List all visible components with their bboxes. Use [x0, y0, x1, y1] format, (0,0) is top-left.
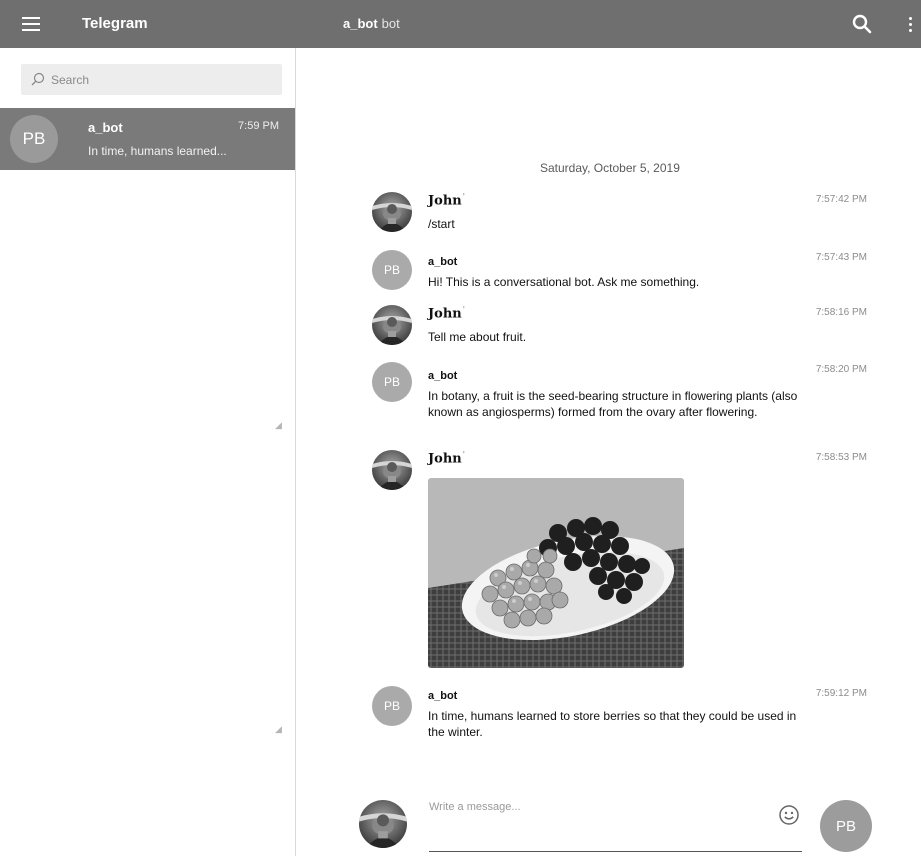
- search-icon: [31, 72, 45, 86]
- avatar[interactable]: [372, 305, 412, 345]
- avatar: PB: [10, 115, 58, 163]
- message-item: PB a_bot In time, humans learned to stor…: [372, 686, 867, 746]
- message-text: Hi! This is a conversational bot. Ask me…: [428, 275, 700, 289]
- avatar[interactable]: PB: [372, 362, 412, 402]
- message-time: 7:58:20 PM: [815, 364, 867, 375]
- message-text: Tell me about fruit.: [428, 330, 527, 344]
- resize-handle-icon[interactable]: ◢: [275, 420, 282, 431]
- dialog-time: 7:59 PM: [238, 120, 279, 132]
- author-mark: ': [462, 305, 465, 314]
- author-mark: ': [462, 192, 465, 201]
- author-name: John: [428, 193, 462, 209]
- message-author[interactable]: John': [428, 450, 465, 466]
- message-input[interactable]: [429, 801, 769, 845]
- input-underline: [429, 851, 802, 852]
- message-time: 7:58:16 PM: [815, 307, 867, 318]
- search-icon[interactable]: [850, 12, 874, 36]
- date-separator: Saturday, October 5, 2019: [540, 161, 680, 175]
- message-item: PB a_bot Hi! This is a conversational bo…: [372, 250, 867, 294]
- message-item: PB a_bot In botany, a fruit is the seed-…: [372, 362, 867, 442]
- app-title: Telegram: [82, 15, 148, 32]
- search-input[interactable]: [49, 70, 273, 90]
- chat-name: a_bot: [343, 16, 378, 31]
- photo-grapes[interactable]: [428, 478, 684, 668]
- message-item: John' /start 7:57:42 PM: [372, 192, 867, 236]
- message-author[interactable]: John': [428, 192, 465, 208]
- message-time: 7:57:42 PM: [815, 194, 867, 205]
- message-time: 7:59:12 PM: [815, 688, 867, 699]
- search-box[interactable]: [21, 64, 282, 95]
- avatar[interactable]: [372, 192, 412, 232]
- avatar[interactable]: PB: [372, 250, 412, 290]
- resize-handle-icon[interactable]: ◢: [275, 724, 282, 735]
- avatar[interactable]: PB: [372, 686, 412, 726]
- dialog-preview: In time, humans learned...: [88, 144, 227, 158]
- author-name: John: [428, 306, 462, 322]
- smile-icon[interactable]: [778, 804, 800, 826]
- avatar[interactable]: [359, 800, 407, 848]
- chat-title[interactable]: a_bot bot: [343, 16, 400, 31]
- message-time: 7:58:53 PM: [815, 452, 867, 463]
- message-item: John' Tell me about fruit. 7:58:16 PM: [372, 305, 867, 349]
- message-text: /start: [428, 217, 455, 231]
- author-mark: ': [462, 450, 465, 459]
- message-author[interactable]: a_bot: [428, 690, 457, 702]
- send-button[interactable]: PB: [820, 800, 872, 852]
- message-time: 7:57:43 PM: [815, 252, 867, 263]
- message-author[interactable]: a_bot: [428, 256, 457, 268]
- dialog-item[interactable]: PB a_bot 7:59 PM In time, humans learned…: [0, 108, 295, 170]
- dialog-name: a_bot: [88, 120, 123, 135]
- author-name: John: [428, 451, 462, 467]
- message-text: In time, humans learned to store berries…: [428, 709, 797, 739]
- message-author[interactable]: a_bot: [428, 370, 457, 382]
- sidebar: PB a_bot 7:59 PM In time, humans learned…: [0, 48, 296, 856]
- avatar[interactable]: [372, 450, 412, 490]
- message-author[interactable]: John': [428, 305, 465, 321]
- more-vertical-icon[interactable]: [904, 12, 916, 36]
- top-bar: Telegram a_bot bot: [0, 0, 921, 48]
- message-item: John' 7:58:53 PM: [372, 450, 867, 672]
- chat-subtitle: bot: [381, 16, 400, 31]
- menu-icon[interactable]: [20, 11, 46, 37]
- message-text: In botany, a fruit is the seed-bearing s…: [428, 389, 798, 419]
